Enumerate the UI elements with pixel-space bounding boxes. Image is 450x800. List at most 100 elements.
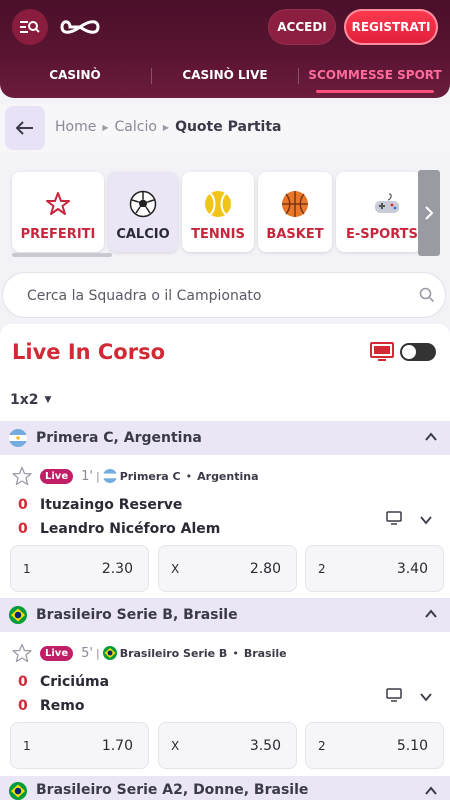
breadcrumb-calcio[interactable]: Calcio [115, 119, 157, 135]
monitor-icon[interactable] [386, 688, 402, 702]
league-header[interactable]: Primera C, Argentina [0, 421, 450, 455]
odds-button-1[interactable]: 1 2.30 [10, 545, 149, 592]
tab-casino-live[interactable]: CASINÒ LIVE [152, 56, 298, 94]
brazil-flag-icon [102, 646, 117, 660]
odds-button-1[interactable]: 1 1.70 [10, 722, 149, 769]
tv-icon[interactable] [370, 342, 394, 362]
away-team-row: 0 Remo [18, 698, 84, 714]
away-score: 0 [18, 698, 28, 714]
sport-card-calcio[interactable]: CALCIO [108, 172, 178, 252]
breadcrumb-separator-icon: ▶ [102, 122, 109, 132]
odds-label: X [171, 738, 180, 753]
market-label: 1x2 [10, 392, 39, 408]
league-header[interactable]: Brasileiro Serie A2, Donne, Brasile [0, 776, 450, 800]
top-header: ACCEDI REGISTRATI [0, 0, 450, 56]
nav-divider [298, 68, 299, 84]
menu-search-button[interactable] [12, 9, 48, 45]
gamepad-icon [372, 189, 402, 219]
breadcrumb-bar: Home ▶ Calcio ▶ Quote Partita [0, 104, 450, 152]
match-minute: 1' [81, 468, 93, 484]
carousel-scroll-indicator [12, 253, 112, 257]
league-name: Brasileiro Serie B, Brasile [36, 607, 238, 623]
sport-label: PREFERITI [20, 227, 96, 242]
star-outline-icon[interactable] [12, 466, 32, 486]
star-icon [43, 189, 73, 219]
odds-value: 2.30 [101, 560, 133, 577]
breadcrumb-separator-icon: ▶ [162, 122, 170, 132]
away-team-row: 0 Leandro Nicéforo Alem [18, 521, 220, 537]
star-outline-icon[interactable] [12, 643, 32, 663]
main-nav: CASINÒ CASINÒ LIVE SCOMMESSE SPORT [0, 56, 450, 98]
league-header[interactable]: Brasileiro Serie B, Brasile [0, 598, 450, 632]
monitor-icon[interactable] [386, 511, 402, 525]
odds-button-x[interactable]: X 2.80 [158, 545, 297, 592]
breadcrumb: Home ▶ Calcio ▶ Quote Partita [55, 119, 281, 135]
odds-label: 2 [318, 561, 326, 576]
meta-dot: • [232, 646, 239, 660]
sport-label: BASKET [266, 227, 324, 242]
register-button[interactable]: REGISTRATI [344, 9, 438, 45]
match-meta: Live 1' | Primera C • Argentina [12, 466, 259, 486]
odds-value: 3.50 [249, 737, 281, 754]
odds-label: 2 [318, 738, 326, 753]
meta-dot: • [185, 469, 193, 483]
meta-separator: | [95, 646, 100, 660]
match-competition: Brasileiro Serie B [119, 646, 228, 660]
odds-value: 5.10 [396, 737, 428, 754]
search-icon[interactable] [419, 287, 435, 303]
breadcrumb-current: Quote Partita [175, 119, 282, 135]
sport-label: CALCIO [116, 227, 170, 242]
sport-card-esports[interactable]: E-SPORTS + [336, 172, 433, 252]
home-team-name: Criciúma [40, 674, 110, 690]
home-team-name: Ituzaingo Reserve [40, 497, 183, 513]
brazil-flag-icon [9, 606, 27, 624]
basketball-icon [280, 189, 310, 219]
odds-value: 1.70 [101, 737, 133, 754]
meta-separator: | [95, 469, 100, 483]
match-country: Argentina [197, 469, 259, 483]
odds-label: 1 [23, 738, 31, 753]
league-name: Primera C, Argentina [36, 430, 202, 446]
carousel-next-button[interactable] [418, 170, 440, 256]
search-input[interactable] [27, 284, 407, 308]
tab-casino[interactable]: CASINÒ [0, 56, 150, 94]
odds-button-2[interactable]: 2 3.40 [305, 545, 444, 592]
brazil-flag-icon [9, 782, 27, 800]
sport-card-basket[interactable]: BASKET [258, 172, 332, 252]
chevron-down-icon[interactable] [419, 691, 433, 703]
arrow-left-icon [16, 121, 33, 135]
chevron-down-icon[interactable] [419, 514, 433, 526]
breadcrumb-home[interactable]: Home [55, 119, 96, 135]
menu-search-icon [20, 21, 40, 33]
back-button[interactable] [5, 106, 45, 150]
home-score: 0 [18, 497, 28, 513]
odds-value: 2.80 [249, 560, 281, 577]
match-meta: Live 5' | Brasileiro Serie B • Brasile [12, 643, 287, 663]
odds-label: X [171, 561, 180, 576]
chevron-up-icon[interactable] [424, 430, 438, 444]
odds-button-x[interactable]: X 3.50 [158, 722, 297, 769]
odds-label: 1 [23, 561, 31, 576]
sports-carousel: PREFERITI CALCIO TENNIS BASKET E-SPORTS … [0, 160, 450, 264]
login-button[interactable]: ACCEDI [268, 9, 336, 45]
odds-button-2[interactable]: 2 5.10 [305, 722, 444, 769]
chevron-up-icon[interactable] [424, 784, 438, 798]
chevron-up-icon[interactable] [424, 607, 438, 621]
home-score: 0 [18, 674, 28, 690]
away-score: 0 [18, 521, 28, 537]
live-stream-toggle[interactable] [400, 343, 436, 361]
match-country: Brasile [243, 646, 287, 660]
tennis-ball-icon [203, 189, 233, 219]
live-section-title: Live In Corso [12, 340, 166, 364]
search-bar [2, 272, 446, 318]
sport-card-preferiti[interactable]: PREFERITI [12, 172, 104, 252]
tab-scommesse-sport[interactable]: SCOMMESSE SPORT [300, 56, 450, 94]
market-dropdown[interactable]: 1x2 ▼ [10, 392, 51, 408]
argentina-flag-icon [102, 469, 117, 483]
sport-card-tennis[interactable]: TENNIS [182, 172, 254, 252]
chevron-right-icon [425, 206, 434, 220]
match-competition: Primera C [119, 469, 181, 483]
home-team-row: 0 Ituzaingo Reserve [18, 497, 182, 513]
sport-label: TENNIS [191, 227, 245, 242]
logo-icon[interactable] [60, 14, 100, 40]
